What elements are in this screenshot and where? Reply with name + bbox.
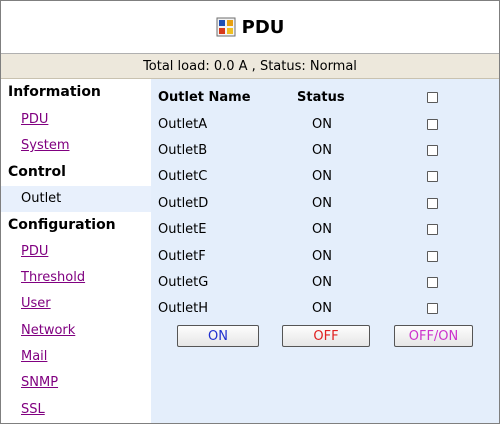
sidebar-item-ssl[interactable]: SSL — [21, 402, 45, 417]
select-all-checkbox[interactable] — [427, 92, 438, 103]
outlet-name: OutletC — [158, 169, 208, 184]
outlet-checkbox[interactable] — [427, 171, 438, 182]
sidebar-item-snmp[interactable]: SNMP — [21, 375, 58, 390]
header: PDU — [1, 1, 499, 54]
outlet-status: ON — [312, 222, 332, 237]
on-button[interactable]: ON — [177, 325, 259, 347]
on-button-label: ON — [208, 328, 228, 344]
outlet-status: ON — [312, 143, 332, 158]
off-on-button[interactable]: OFF/ON — [394, 325, 473, 347]
sidebar-item-config-pdu[interactable]: PDU — [21, 244, 48, 259]
outlet-control-panel: Outlet Name Status OutletA ON OutletB ON… — [151, 79, 499, 423]
outlet-status: ON — [312, 275, 332, 290]
outlet-checkbox[interactable] — [427, 277, 438, 288]
sidebar-heading-configuration: Configuration — [8, 217, 116, 233]
sidebar-item-user[interactable]: User — [21, 296, 51, 311]
outlet-checkbox[interactable] — [427, 119, 438, 130]
off-on-button-label: OFF/ON — [408, 328, 459, 344]
title-wrap: PDU — [1, 14, 499, 40]
outlet-name: OutletE — [158, 222, 207, 237]
sidebar: Information PDU System Control Outlet Co… — [1, 79, 151, 423]
outlet-checkbox[interactable] — [427, 303, 438, 314]
sidebar-item-information-pdu[interactable]: PDU — [21, 112, 48, 127]
outlet-checkbox[interactable] — [427, 145, 438, 156]
sidebar-heading-control: Control — [8, 164, 66, 180]
outlet-name: OutletB — [158, 143, 208, 158]
sidebar-item-mail[interactable]: Mail — [21, 349, 47, 364]
outlet-name: OutletH — [158, 301, 209, 316]
outlet-status: ON — [312, 301, 332, 316]
off-button-label: OFF — [313, 328, 339, 344]
outlet-name: OutletD — [158, 196, 209, 211]
outlet-checkbox[interactable] — [427, 251, 438, 262]
outlet-name: OutletA — [158, 117, 208, 132]
outlet-status: ON — [312, 249, 332, 264]
status-text: Total load: 0.0 A , Status: Normal — [143, 58, 357, 74]
sidebar-item-network[interactable]: Network — [21, 323, 75, 338]
column-header-status: Status — [297, 90, 345, 105]
column-header-outlet-name: Outlet Name — [158, 90, 251, 105]
sidebar-item-threshold[interactable]: Threshold — [21, 270, 85, 285]
status-bar: Total load: 0.0 A , Status: Normal — [1, 54, 499, 79]
outlet-status: ON — [312, 117, 332, 132]
page-title: PDU — [241, 16, 285, 38]
sidebar-item-system[interactable]: System — [21, 138, 69, 153]
pdu-window: PDU Total load: 0.0 A , Status: Normal I… — [0, 0, 500, 424]
outlet-name: OutletF — [158, 249, 206, 264]
outlet-status: ON — [312, 196, 332, 211]
outlet-name: OutletG — [158, 275, 209, 290]
sidebar-item-outlet-label: Outlet — [21, 191, 62, 206]
outlet-checkbox[interactable] — [427, 224, 438, 235]
sidebar-item-outlet[interactable]: Outlet — [1, 186, 151, 212]
outlet-status: ON — [312, 169, 332, 184]
outlet-checkbox[interactable] — [427, 198, 438, 209]
off-button[interactable]: OFF — [282, 325, 370, 347]
pdu-logo-icon — [216, 17, 236, 37]
sidebar-heading-information: Information — [8, 84, 101, 100]
